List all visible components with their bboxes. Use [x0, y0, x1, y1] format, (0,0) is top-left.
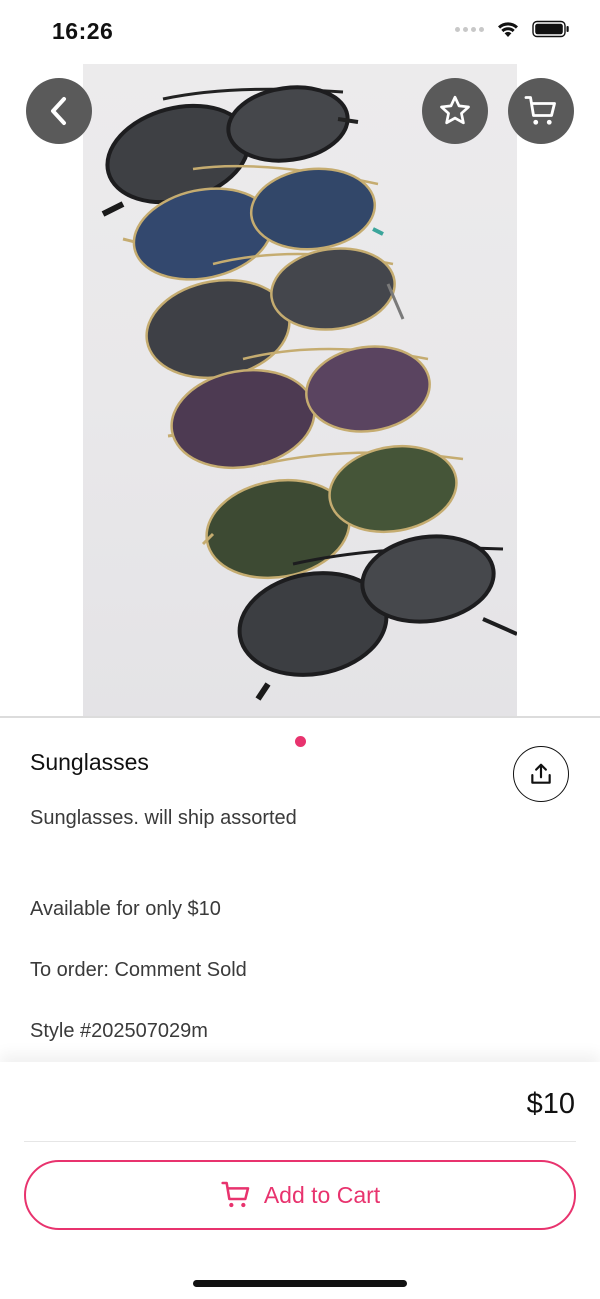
cart-button[interactable] — [508, 78, 574, 144]
carousel-page-indicator[interactable] — [281, 724, 319, 758]
status-time: 16:26 — [52, 18, 114, 44]
product-photo — [83, 64, 517, 716]
share-button[interactable] — [513, 746, 569, 802]
signal-icon — [455, 26, 484, 32]
battery-icon — [532, 20, 569, 38]
purchase-panel: $10 Add to Cart — [0, 1062, 600, 1299]
status-icons — [455, 20, 570, 38]
cart-icon — [221, 1181, 250, 1208]
favorite-button[interactable] — [422, 78, 488, 144]
status-bar: 16:26 — [0, 0, 600, 64]
product-order-info: To order: Comment Sold — [30, 959, 247, 981]
panel-divider — [24, 1141, 576, 1142]
product-image-carousel[interactable] — [0, 64, 600, 758]
product-description: Sunglasses. will ship assorted — [30, 807, 297, 829]
cart-icon — [524, 96, 556, 125]
page-dot-active — [294, 735, 306, 747]
product-price: $10 — [526, 1088, 575, 1120]
star-icon — [440, 95, 470, 125]
product-title: Sunglasses — [30, 749, 149, 775]
chevron-left-icon — [51, 97, 66, 125]
home-indicator[interactable] — [193, 1280, 407, 1287]
add-to-cart-button[interactable]: Add to Cart — [24, 1160, 576, 1230]
product-availability: Available for only $10 — [30, 898, 221, 920]
share-icon — [531, 763, 551, 784]
product-style-number: Style #202507029m — [30, 1020, 208, 1042]
add-to-cart-label: Add to Cart — [263, 1181, 381, 1208]
back-button[interactable] — [26, 78, 92, 144]
hero-divider — [0, 716, 600, 718]
wifi-icon — [498, 22, 518, 37]
